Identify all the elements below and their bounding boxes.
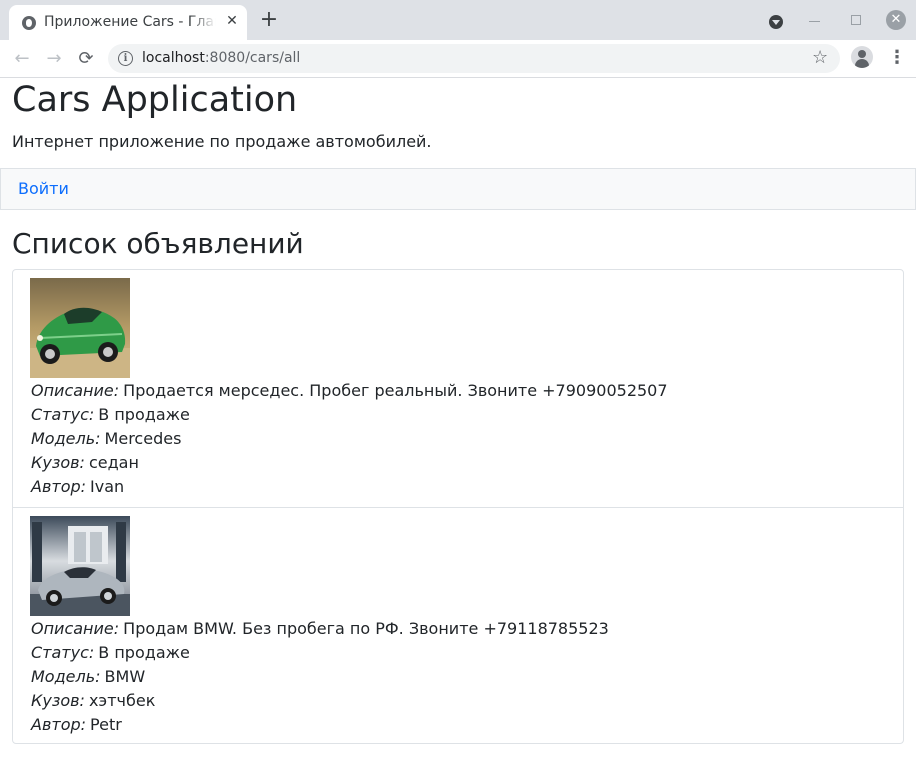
- description-row: Описание: Продается мерседес. Пробег реал…: [31, 379, 891, 403]
- status-row: Статус: В продаже: [31, 403, 891, 427]
- author-value: Ivan: [90, 477, 125, 496]
- browser-tab-strip: Приложение Cars - Главная ✕ + ✕: [0, 0, 916, 40]
- ad-fields: Описание: Продается мерседес. Пробег реал…: [31, 379, 891, 499]
- url-path: :8080/cars/all: [204, 50, 301, 66]
- reload-icon[interactable]: ⟳: [74, 47, 98, 71]
- body-value: седан: [88, 453, 139, 472]
- description-label: Описание:: [31, 381, 120, 400]
- profile-avatar-icon[interactable]: [851, 46, 873, 68]
- body-label: Кузов:: [31, 691, 85, 710]
- site-info-icon[interactable]: i: [118, 51, 133, 66]
- author-label: Автор:: [31, 715, 87, 734]
- car-photo-silver-coupe: [30, 516, 130, 616]
- author-row: Автор: Petr: [31, 713, 891, 737]
- window-close-icon[interactable]: ✕: [886, 10, 906, 30]
- window-minimize-icon[interactable]: [809, 21, 820, 22]
- page-title: Cars Application: [12, 80, 298, 120]
- status-value: В продаже: [98, 643, 190, 662]
- description-value: Продам BMW. Без пробега по РФ. Звоните +…: [123, 619, 609, 638]
- model-label: Модель:: [31, 667, 101, 686]
- new-tab-plus-icon[interactable]: +: [259, 9, 279, 31]
- status-label: Статус:: [31, 405, 95, 424]
- status-value: В продаже: [98, 405, 190, 424]
- navbar: Войти: [0, 168, 916, 210]
- login-link[interactable]: Войти: [18, 179, 69, 199]
- forward-arrow-icon[interactable]: →: [42, 47, 66, 71]
- author-label: Автор:: [31, 477, 87, 496]
- back-arrow-icon[interactable]: ←: [10, 47, 34, 71]
- body-row: Кузов: седан: [31, 451, 891, 475]
- window-maximize-icon[interactable]: [851, 15, 861, 25]
- page-subtitle: Интернет приложение по продаже автомобил…: [12, 132, 432, 151]
- model-value: Mercedes: [104, 429, 182, 448]
- model-label: Модель:: [31, 429, 101, 448]
- body-value: хэтчбек: [88, 691, 156, 710]
- bookmark-star-icon[interactable]: ☆: [812, 47, 828, 68]
- list-item: Описание: Продается мерседес. Пробег реал…: [13, 270, 903, 507]
- tab-title: Приложение Cars - Главная: [44, 14, 216, 30]
- description-row: Описание: Продам BMW. Без пробега по РФ. …: [31, 617, 891, 641]
- close-tab-icon[interactable]: ✕: [224, 13, 240, 29]
- globe-icon: [22, 16, 36, 30]
- page-content: Cars Application Интернет приложение по …: [0, 78, 916, 758]
- address-bar[interactable]: i localhost:8080/cars/all ☆: [108, 44, 840, 73]
- description-value: Продается мерседес. Пробег реальный. Зво…: [123, 381, 668, 400]
- description-label: Описание:: [31, 619, 120, 638]
- kebab-menu-icon[interactable]: ⋮: [888, 48, 906, 68]
- author-value: Petr: [90, 715, 122, 734]
- body-row: Кузов: хэтчбек: [31, 689, 891, 713]
- body-label: Кузов:: [31, 453, 85, 472]
- status-label: Статус:: [31, 643, 95, 662]
- browser-toolbar: ← → ⟳ i localhost:8080/cars/all ☆ ⋮: [0, 40, 916, 78]
- ad-fields: Описание: Продам BMW. Без пробега по РФ. …: [31, 617, 891, 737]
- model-row: Модель: Mercedes: [31, 427, 891, 451]
- url-host: localhost: [142, 50, 205, 66]
- author-row: Автор: Ivan: [31, 475, 891, 499]
- tab-search-dropdown-icon[interactable]: [769, 15, 783, 29]
- list-item: Описание: Продам BMW. Без пробега по РФ. …: [13, 507, 903, 743]
- model-row: Модель: BMW: [31, 665, 891, 689]
- car-photo-green-porsche: [30, 278, 130, 378]
- url-text[interactable]: localhost:8080/cars/all: [142, 50, 300, 66]
- ads-list-title: Список объявлений: [12, 227, 304, 260]
- model-value: BMW: [104, 667, 146, 686]
- browser-tab[interactable]: Приложение Cars - Главная ✕: [9, 5, 247, 40]
- ads-list: Описание: Продается мерседес. Пробег реал…: [12, 269, 904, 744]
- status-row: Статус: В продаже: [31, 641, 891, 665]
